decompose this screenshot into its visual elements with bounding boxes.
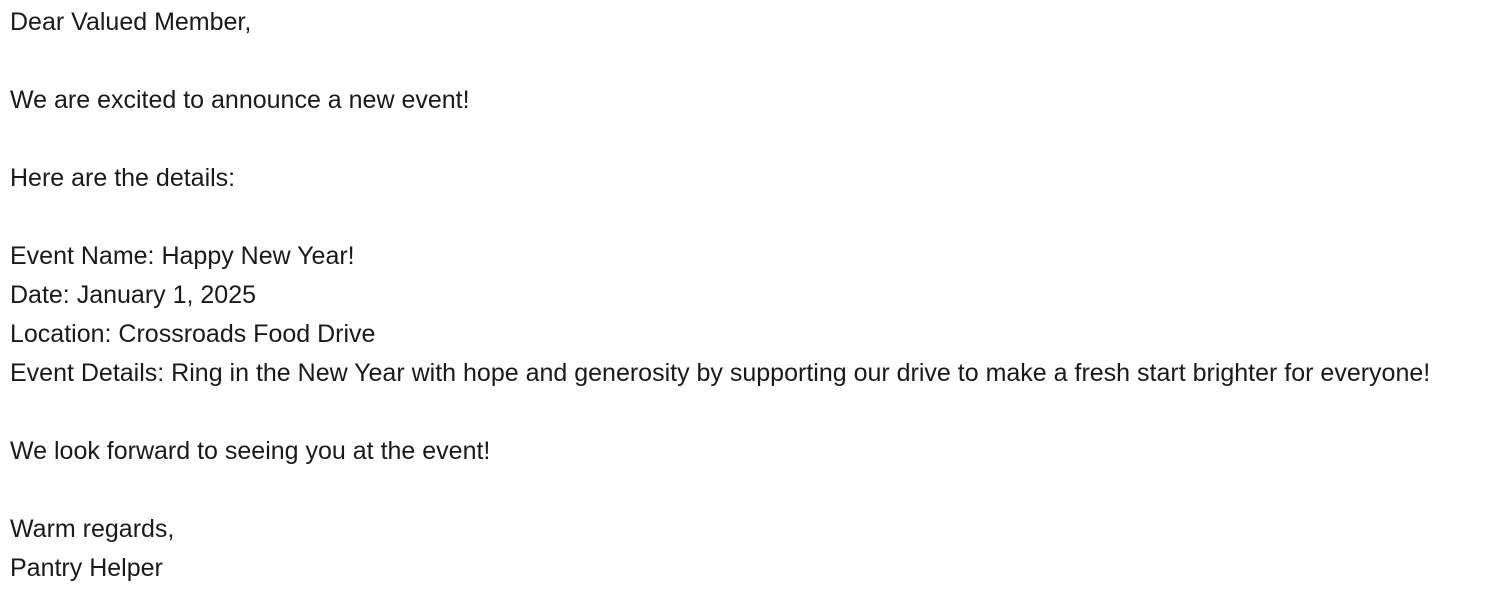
signature: Pantry Helper	[10, 554, 163, 582]
event-details: Event Details: Ring in the New Year with…	[10, 359, 1431, 387]
details-heading: Here are the details:	[10, 164, 236, 192]
sign-off: Warm regards,	[10, 515, 175, 543]
event-location: Location: Crossroads Food Drive	[10, 320, 376, 348]
intro-text: We are excited to announce a new event!	[10, 86, 470, 114]
closing-line: We look forward to seeing you at the eve…	[10, 437, 491, 465]
event-name: Event Name: Happy New Year!	[10, 242, 355, 270]
event-date: Date: January 1, 2025	[10, 281, 256, 309]
email-body: Dear Valued Member, We are excited to an…	[10, 3, 1508, 588]
greeting: Dear Valued Member,	[10, 8, 252, 36]
